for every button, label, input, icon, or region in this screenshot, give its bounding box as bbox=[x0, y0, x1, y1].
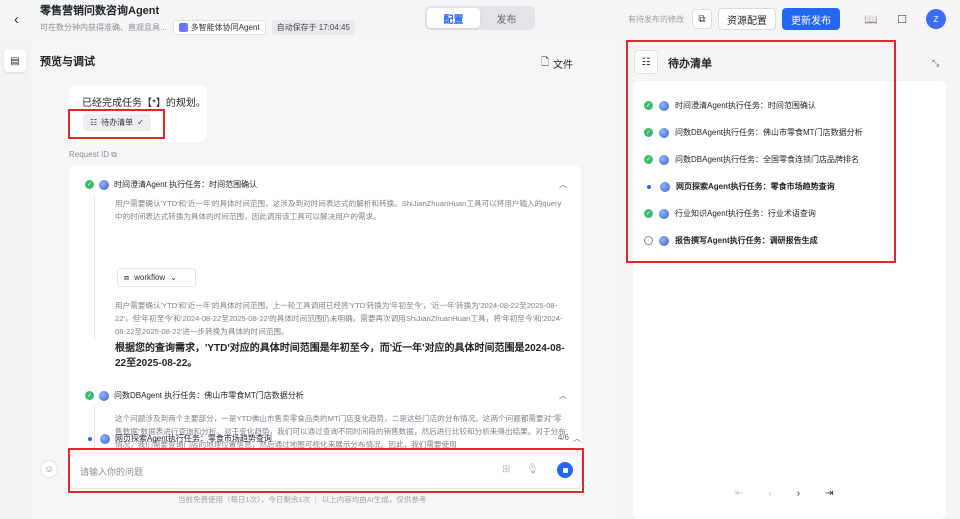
app-description: 可在数分钟内获得准确、直观且具... bbox=[40, 22, 167, 32]
todo-item: ✓ 行业知识Agent执行任务：行业术语查询 bbox=[644, 208, 816, 219]
step-answer: 根据您的查询需求，'YTD'对应的具体时间范围是年初至今，而'近一年'对应的具体… bbox=[115, 343, 565, 369]
step-header[interactable]: ✓ 时间澄清Agent 执行任务：时间范围确认 bbox=[85, 179, 257, 190]
todo-item: ✓ 问数DBAgent执行任务：全国零食连锁门店品牌排名 bbox=[644, 154, 860, 165]
chevron-down-icon: ⌄ bbox=[170, 273, 177, 282]
agent-avatar-icon bbox=[659, 100, 669, 111]
agent-steps-card: ✓ 时间澄清Agent 执行任务：时间范围确认 ︿ 用户需要确认'YTD'和'近… bbox=[69, 165, 581, 459]
check-icon: ✓ bbox=[85, 180, 94, 189]
message-text: 已经完成任务【*】的规划。 bbox=[82, 98, 206, 109]
preview-panel: 预览与调试 🗋 文件 已经完成任务【*】的规划。 ☷ 待办清单 ✓ Request I… bbox=[31, 38, 619, 519]
microphone-icon[interactable]: 🎙 bbox=[526, 464, 539, 475]
first-page-icon[interactable]: ⇤ bbox=[735, 488, 743, 499]
step-reasoning: 这个问题涉及到两个主要部分，一是YTD佛山市售卖零食品类的MT门店变化趋势，二是… bbox=[115, 414, 566, 449]
step-reasoning: 用户需要确认'YTD'和'近一年'的具体时间范围，上一轮工具调用已经将'YTD'… bbox=[115, 301, 563, 336]
agent-avatar-icon bbox=[100, 433, 110, 444]
request-id[interactable]: Request ID ⧉ bbox=[69, 150, 117, 160]
mode-chip: 多智能体协同Agent bbox=[172, 19, 266, 35]
avatar[interactable]: Z bbox=[926, 9, 946, 29]
timeline-line bbox=[94, 195, 95, 340]
agent-avatar-icon bbox=[99, 390, 109, 401]
step-counter: 4/6 bbox=[557, 433, 569, 442]
page-title: 预览与调试 bbox=[40, 56, 95, 68]
todo-panel: ☷ 待办清单 ✓ 时间澄清Agent执行任务：时间范围确认 ✓ 问数DBAgent执… bbox=[619, 38, 960, 519]
check-icon: ✓ bbox=[644, 155, 653, 164]
pagination: ⇤ ‹ › ⇥ bbox=[735, 488, 833, 499]
left-rail: ▤ bbox=[0, 38, 31, 519]
update-publish-button[interactable]: 更新发布 bbox=[782, 8, 840, 30]
check-icon: ✓ bbox=[85, 391, 94, 400]
file-button[interactable]: 🗋 文件 bbox=[541, 55, 573, 72]
agent-avatar-icon bbox=[659, 235, 669, 246]
running-dot bbox=[647, 184, 651, 189]
top-actions: 有待发布的修改 ⧉ 资源配置 更新发布 📖 ☐ Z bbox=[628, 0, 960, 38]
app-info: 零售营销问数咨询Agent 可在数分钟内获得准确、直观且具... 多智能体协同A… bbox=[40, 4, 355, 35]
agent-avatar-icon bbox=[660, 181, 670, 192]
copy-icon[interactable]: ⧉ bbox=[111, 150, 117, 159]
check-icon: ✓ bbox=[644, 128, 653, 137]
file-icon: 🗋 bbox=[541, 57, 550, 68]
feedback-icon[interactable]: ☐ bbox=[895, 12, 909, 26]
question-input-box: 请输入你的问题 ⊞ 🎙 bbox=[69, 452, 582, 489]
upload-folder-icon[interactable]: ⊞ bbox=[502, 464, 510, 475]
todo-list bbox=[633, 81, 946, 519]
todo-item: 网页探索Agent执行任务：零食市场趋势查询 bbox=[644, 181, 835, 192]
back-arrow-icon[interactable]: ‹ bbox=[14, 11, 32, 28]
prev-page-icon[interactable]: ‹ bbox=[768, 488, 771, 499]
usage-footer: 当前免费使用（每日1次），今日剩余1次 ｜ 以上内容均由AI生成，仅供参考 bbox=[178, 495, 427, 504]
app-name: 零售营销问数咨询Agent bbox=[40, 4, 160, 17]
last-page-icon[interactable]: ⇥ bbox=[825, 488, 833, 499]
panel-toggle-icon[interactable]: ▤ bbox=[4, 50, 26, 72]
copy-button[interactable]: ⧉ bbox=[692, 9, 712, 29]
tab-config[interactable]: 配置 bbox=[427, 8, 480, 28]
list-icon: ☷ bbox=[90, 118, 98, 127]
bot-icon[interactable]: ☺ bbox=[40, 460, 58, 478]
todo-list-icon: ☷ bbox=[634, 50, 658, 74]
step-reasoning: 用户需要确认'YTD'和'近一年'的具体时间范围，这涉及到对时间表达式的解析和转… bbox=[115, 199, 562, 221]
agent-avatar-icon bbox=[659, 208, 669, 219]
todo-item: ✓ 时间澄清Agent执行任务：时间范围确认 bbox=[644, 100, 816, 111]
copy-icon: ⧉ bbox=[698, 13, 706, 25]
todo-list-chip[interactable]: ☷ 待办清单 ✓ bbox=[83, 114, 151, 131]
send-button[interactable] bbox=[557, 462, 573, 478]
check-icon: ✓ bbox=[644, 101, 653, 110]
tab-publish[interactable]: 发布 bbox=[480, 8, 533, 28]
question-input[interactable]: 请输入你的问题 bbox=[80, 465, 143, 478]
todo-panel-title: 待办清单 bbox=[668, 58, 712, 70]
agent-avatar-icon bbox=[659, 127, 669, 138]
check-icon: ✓ bbox=[137, 118, 144, 127]
mode-tabs: 配置 发布 bbox=[425, 6, 535, 30]
autosave-status: 自动保存于 17:04:45 bbox=[271, 19, 355, 35]
step-header[interactable]: ✓ 问数DBAgent 执行任务：佛山市零食MT门店数据分析 bbox=[85, 390, 304, 401]
agent-icon bbox=[178, 22, 188, 32]
resource-config-button[interactable]: 资源配置 bbox=[718, 8, 776, 30]
collapse-icon[interactable]: ⤡ bbox=[932, 58, 939, 69]
stop-icon bbox=[562, 467, 568, 473]
agent-avatar-icon bbox=[99, 179, 109, 190]
chevron-up-icon[interactable]: ︿ bbox=[573, 433, 581, 444]
next-page-icon[interactable]: › bbox=[797, 488, 800, 499]
check-icon: ✓ bbox=[644, 209, 653, 218]
agent-avatar-icon bbox=[659, 154, 669, 165]
todo-item: ✓ 问数DBAgent执行任务：佛山市零食MT门店数据分析 bbox=[644, 127, 863, 138]
assistant-message: 已经完成任务【*】的规划。 ☷ 待办清单 ✓ bbox=[69, 85, 207, 142]
clock-icon bbox=[644, 236, 653, 245]
step-header[interactable]: 网页探索Agent执行任务：零食市场趋势查询 bbox=[85, 433, 272, 444]
workflow-chip[interactable]: ⧈ workflow ⌄ bbox=[117, 268, 196, 287]
chevron-up-icon[interactable]: ︿ bbox=[559, 390, 567, 401]
workflow-icon: ⧈ bbox=[124, 272, 130, 282]
todo-item: 报告撰写Agent执行任务：调研报告生成 bbox=[644, 235, 818, 246]
pending-changes-text: 有待发布的修改 bbox=[628, 14, 684, 24]
running-dot bbox=[88, 436, 92, 441]
chevron-up-icon[interactable]: ︿ bbox=[559, 179, 567, 190]
book-icon[interactable]: 📖 bbox=[864, 12, 878, 26]
